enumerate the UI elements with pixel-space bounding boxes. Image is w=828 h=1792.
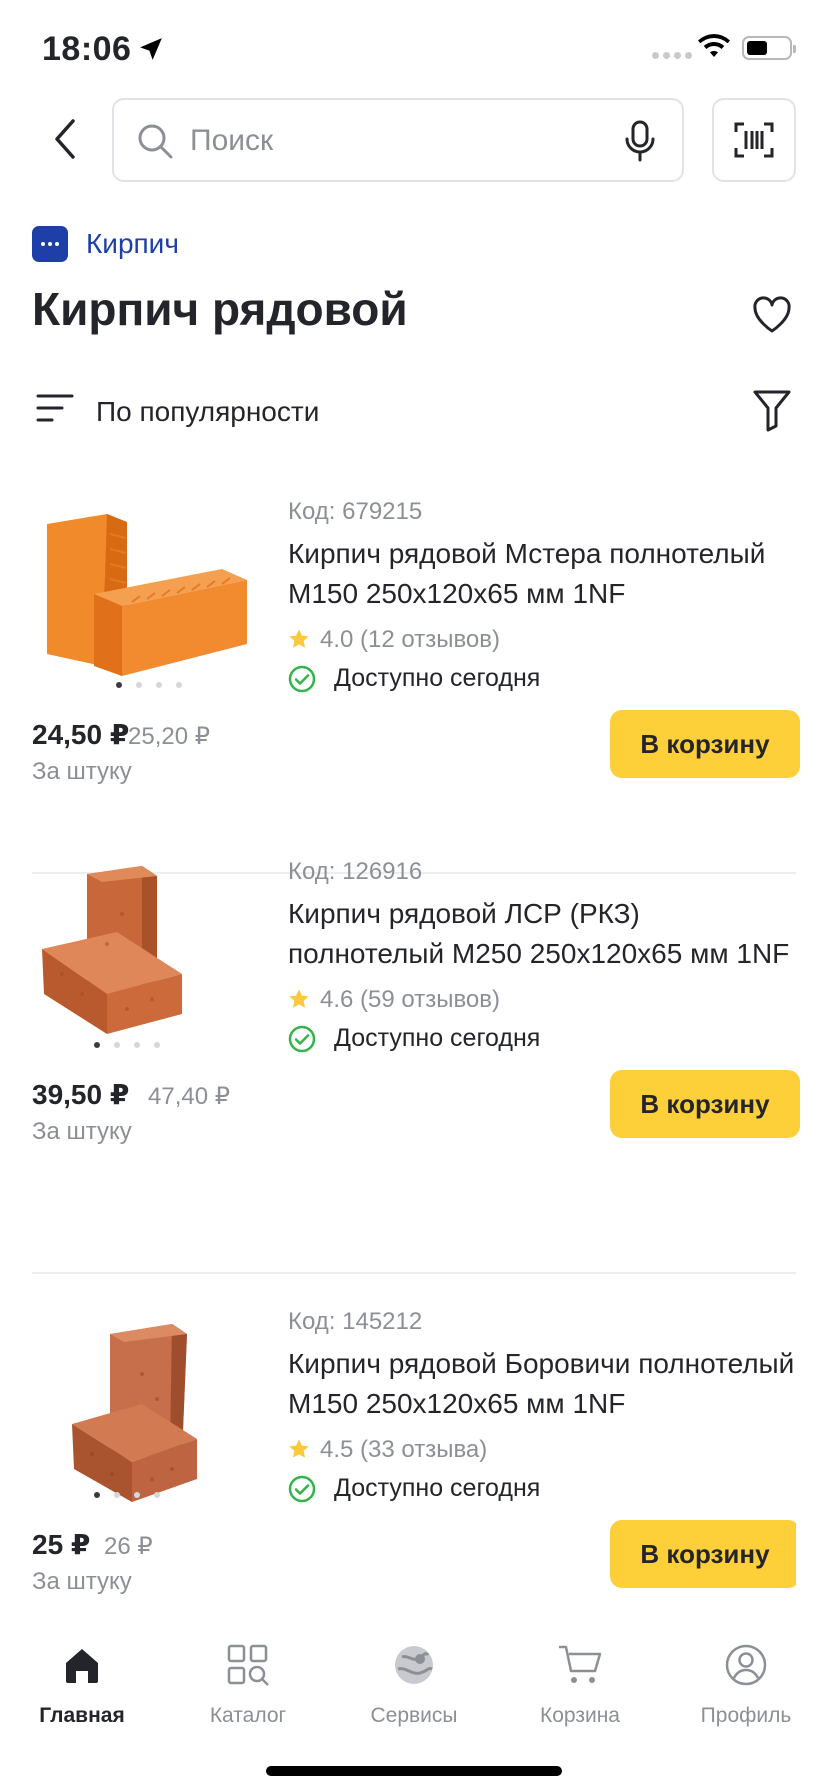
barcode-scan-icon	[734, 122, 774, 158]
add-to-cart-button[interactable]: В корзину	[610, 1070, 800, 1138]
product-name[interactable]: Кирпич рядовой Мстера полнотелый М150 25…	[288, 534, 798, 614]
tab-label: Сервисы	[370, 1704, 458, 1727]
product-unit: За штуку	[32, 758, 132, 785]
status-bar: 18:06	[0, 0, 828, 100]
home-icon	[66, 1649, 98, 1683]
status-time: 18:06	[42, 30, 132, 68]
product-price: 39,50 ₽	[32, 1079, 130, 1110]
check-circle-icon	[288, 665, 316, 692]
back-button[interactable]	[40, 114, 90, 164]
product-price: 25 ₽	[32, 1529, 91, 1560]
availability-text: Доступно сегодня	[334, 664, 541, 692]
product-rating[interactable]: 4.6 (59 отзывов)	[288, 986, 500, 1014]
product-old-price: 47,40 ₽	[148, 1083, 230, 1110]
star-icon	[289, 1439, 309, 1458]
image-pager	[116, 682, 182, 688]
tab-services[interactable]: Сервисы	[334, 1640, 494, 1730]
tab-home[interactable]: Главная	[2, 1640, 162, 1730]
page-title: Кирпич рядовой	[32, 283, 408, 335]
product-code: Код: 126916	[288, 858, 423, 885]
image-pager	[94, 1042, 160, 1048]
top-bar	[0, 98, 828, 182]
breadcrumb-more-icon[interactable]	[32, 226, 68, 262]
availability: Доступно сегодня	[288, 1474, 540, 1503]
product-name[interactable]: Кирпич рядовой ЛСР (РКЗ) полнотелый М250…	[288, 894, 798, 974]
divider	[32, 1272, 796, 1274]
microphone-icon[interactable]	[624, 120, 656, 162]
add-to-cart-button[interactable]: В корзину	[610, 1520, 796, 1588]
check-circle-icon	[288, 1475, 316, 1502]
tab-cart[interactable]: Корзина	[500, 1640, 660, 1730]
battery-icon	[742, 36, 796, 60]
tab-label: Профиль	[700, 1704, 792, 1727]
tab-profile[interactable]: Профиль	[666, 1640, 826, 1730]
product-rating[interactable]: 4.0 (12 отзывов)	[288, 626, 500, 654]
product-card[interactable]: Код: 145212 Кирпич рядовой Боровичи полн…	[32, 1284, 796, 1624]
rating-text: 4.6 (59 отзывов)	[320, 986, 501, 1013]
check-circle-icon	[288, 1025, 316, 1052]
breadcrumb[interactable]: Кирпич	[32, 226, 179, 262]
tab-label: Корзина	[540, 1704, 620, 1727]
product-old-price: 25,20 ₽	[128, 723, 210, 750]
product-image[interactable]	[32, 494, 272, 714]
services-icon	[395, 1646, 433, 1684]
filter-icon[interactable]	[752, 388, 792, 432]
product-old-price: 26 ₽	[104, 1533, 153, 1560]
add-to-cart-button[interactable]: В корзину	[610, 710, 800, 778]
search-icon	[138, 124, 173, 159]
back-arrow-icon	[55, 119, 75, 159]
availability: Доступно сегодня	[288, 664, 540, 693]
product-name[interactable]: Кирпич рядовой Боровичи полнотелый М150 …	[288, 1344, 796, 1424]
availability: Доступно сегодня	[288, 1024, 540, 1053]
product-card[interactable]: Код: 679215 Кирпич рядовой Мстера полнот…	[32, 474, 800, 886]
breadcrumb-label[interactable]: Кирпич	[86, 228, 179, 260]
availability-text: Доступно сегодня	[334, 1474, 541, 1502]
product-image[interactable]	[32, 854, 272, 1074]
tab-label: Каталог	[209, 1704, 287, 1727]
product-code: Код: 679215	[288, 498, 423, 525]
home-indicator	[266, 1766, 562, 1776]
product-card[interactable]: Код: 126916 Кирпич рядовой ЛСР (РКЗ) пол…	[32, 834, 800, 1246]
profile-icon	[725, 1644, 767, 1686]
image-pager	[94, 1492, 160, 1498]
favorite-heart-icon[interactable]	[752, 296, 792, 334]
product-unit: За штуку	[32, 1118, 132, 1145]
star-icon	[289, 989, 309, 1008]
tab-catalog[interactable]: Каталог	[168, 1640, 328, 1730]
rating-text: 4.5 (33 отзыва)	[320, 1436, 488, 1463]
catalog-icon	[227, 1644, 269, 1686]
cellular-signal-icon	[652, 52, 692, 59]
availability-text: Доступно сегодня	[334, 1024, 541, 1052]
star-icon	[289, 629, 309, 648]
product-unit: За штуку	[32, 1568, 132, 1595]
product-rating[interactable]: 4.5 (33 отзыва)	[288, 1436, 487, 1464]
sort-label[interactable]: По популярности	[96, 396, 319, 428]
search-box[interactable]	[112, 98, 684, 182]
sort-row: По популярности	[32, 384, 796, 440]
rating-text: 4.0 (12 отзывов)	[320, 626, 501, 653]
cart-icon	[559, 1645, 602, 1683]
product-price: 24,50 ₽	[32, 719, 130, 750]
barcode-scan-button[interactable]	[712, 98, 796, 182]
product-image[interactable]	[32, 1304, 272, 1524]
product-code: Код: 145212	[288, 1308, 423, 1335]
search-input[interactable]	[190, 116, 610, 166]
sort-icon[interactable]	[36, 392, 74, 426]
wifi-icon	[698, 34, 730, 57]
location-arrow-icon	[140, 38, 162, 60]
tab-label: Главная	[39, 1704, 125, 1727]
